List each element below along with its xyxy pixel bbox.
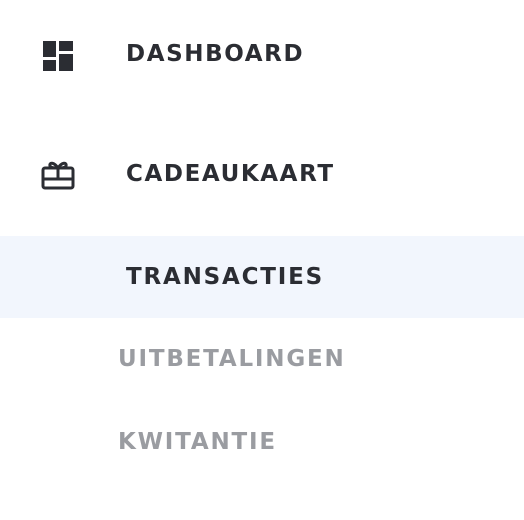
sidebar-item-dashboard[interactable]: DASHBOARD — [0, 0, 524, 110]
sidebar-subitem-uitbetalingen[interactable]: UITBETALINGEN — [0, 318, 524, 400]
dashboard-icon — [40, 38, 76, 74]
sidebar-subitem-kwitantie[interactable]: KWITANTIE — [0, 401, 524, 483]
sidebar-subitem-label: UITBETALINGEN — [118, 346, 346, 372]
sidebar-item-cadeaukaart[interactable]: CADEAUKAART — [0, 120, 524, 230]
gift-card-icon — [40, 158, 76, 194]
sidebar-item-label: CADEAUKAART — [126, 161, 335, 187]
sidebar-nav: DASHBOARD CADEAUKAART TRANSACTIES UITBET… — [0, 0, 524, 520]
sidebar-subitem-transacties[interactable]: TRANSACTIES — [0, 236, 524, 318]
sidebar-subitem-label: KWITANTIE — [118, 429, 277, 455]
sidebar-item-label: DASHBOARD — [126, 41, 305, 67]
sidebar-subitem-label: TRANSACTIES — [126, 264, 325, 290]
